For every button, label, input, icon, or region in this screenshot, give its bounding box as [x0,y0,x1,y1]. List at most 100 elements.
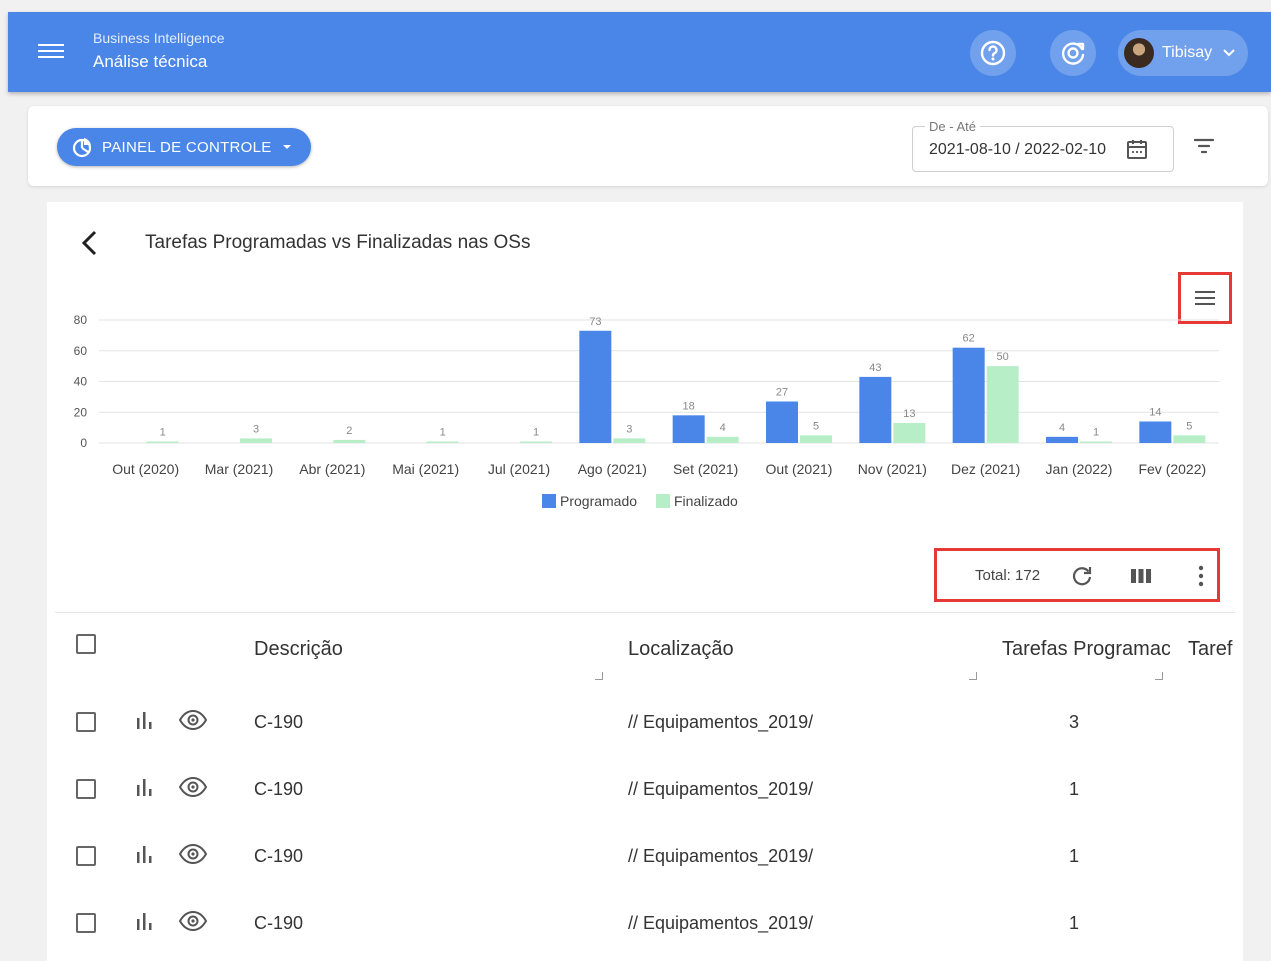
data-label: 5 [1186,420,1192,432]
cell-programadas: 1 [1069,913,1080,933]
bar-chart-icon[interactable] [135,911,155,931]
column-resize-handle[interactable] [1155,672,1163,680]
date-range-field[interactable]: De - Até 2021-08-10 / 2022-02-10 [912,119,1174,172]
x-tick-label: Jul (2021) [488,461,550,477]
bar-finalizado [333,439,366,443]
bar-finalizado [520,441,552,443]
x-tick-label: Dez (2021) [951,461,1020,477]
data-label: 3 [253,423,259,435]
y-tick-label: 80 [74,313,88,327]
bar-chart: 0 20 40 60 80 Out (2020) 1 Mar (2021) 3 Abr (2021… [74,313,1219,509]
calendar-icon[interactable] [1125,137,1149,161]
data-label: 1 [440,426,446,438]
data-label: 14 [1149,406,1161,418]
app-name: Business Intelligence [93,30,225,46]
y-tick-label: 40 [74,375,88,389]
bar-programado [1139,421,1172,443]
row-checkbox[interactable] [76,913,96,933]
eye-icon[interactable] [178,776,208,798]
sync-button[interactable] [1050,30,1096,76]
bar-finalizado [613,438,646,443]
dashboard-dropdown-button[interactable]: PAINEL DE CONTROLE [57,128,311,166]
data-label: 50 [997,351,1009,363]
bar-chart-icon[interactable] [135,777,155,797]
bar-finalizado [986,366,1019,443]
column-header-tarefas-finalizadas[interactable]: Taref [1188,638,1240,661]
refresh-icon [1072,567,1092,586]
bar-programado [859,376,892,443]
filter-icon[interactable] [1190,132,1218,160]
data-label: 13 [903,408,915,420]
legend-label: Finalizado [674,493,738,509]
eye-icon[interactable] [178,910,208,932]
user-menu[interactable]: Tibisay [1118,30,1248,76]
data-label: 2 [346,425,352,437]
columns-icon [1131,569,1151,583]
user-name: Tibisay [1162,44,1213,61]
bar-chart-icon[interactable] [135,710,155,730]
bar-chart-icon[interactable] [135,844,155,864]
cell-programadas: 3 [1069,712,1080,732]
row-checkbox[interactable] [76,846,96,866]
menu-icon[interactable] [38,40,64,64]
chart-title: Tarefas Programadas vs Finalizadas nas O… [145,232,531,253]
columns-button[interactable] [1128,563,1154,589]
more-options-button[interactable] [1188,563,1214,589]
y-tick-label: 0 [80,436,87,450]
cell-programadas: 1 [1069,779,1080,799]
bar-finalizado [146,441,179,443]
data-label: 4 [1059,422,1065,434]
refresh-target-icon [1061,42,1085,65]
eye-icon[interactable] [178,843,208,865]
select-all-checkbox[interactable] [76,634,96,654]
help-icon [980,40,1006,66]
data-label: 27 [776,386,788,398]
cell-localizacao: // Equipamentos_2019/ [628,712,814,732]
divider [55,612,1235,613]
column-resize-handle[interactable] [595,672,603,680]
cell-localizacao: // Equipamentos_2019/ [628,846,814,866]
data-label: 1 [160,426,166,438]
chart-table-card: Tarefas Programadas vs Finalizadas nas O… [47,202,1243,961]
data-label: 1 [533,426,539,438]
x-tick-label: Ago (2021) [578,461,647,477]
x-tick-label: Set (2021) [673,461,738,477]
bar-finalizado [426,441,459,443]
avatar [1124,38,1154,68]
help-button[interactable] [970,30,1016,76]
date-range-value: 2021-08-10 / 2022-02-10 [929,141,1107,158]
row-checkbox[interactable] [76,712,96,732]
eye-icon[interactable] [178,709,208,731]
x-tick-label: Jan (2022) [1046,461,1113,477]
row-checkbox[interactable] [76,779,96,799]
cell-localizacao: // Equipamentos_2019/ [628,913,814,933]
bar-finalizado [893,423,926,443]
bar-programado [1046,436,1078,443]
x-tick-label: Mar (2021) [205,461,273,477]
bar-finalizado [1080,441,1112,443]
cell-programadas: 1 [1069,846,1080,866]
x-tick-label: Abr (2021) [299,461,365,477]
back-icon[interactable] [79,230,101,256]
cell-descricao: C-190 [254,779,304,799]
page-title: Análise técnica [93,52,208,71]
total-count: Total: 172 [975,567,1041,584]
legend-swatch [656,494,670,508]
column-header-tarefas-programadas[interactable]: Tarefas Programac [1002,638,1170,661]
refresh-button[interactable] [1069,563,1095,589]
dashboard-icon [72,138,92,158]
cell-descricao: C-190 [254,712,304,732]
x-tick-label: Fev (2022) [1138,461,1206,477]
column-resize-handle[interactable] [969,672,977,680]
table-toolbar: Total: 172 [934,548,1220,602]
data-label: 43 [869,362,881,374]
date-range-label: De - Até [925,119,980,134]
bar-finalizado [240,438,272,443]
x-tick-label: Out (2020) [112,461,179,477]
chevron-down-icon [1223,49,1235,57]
column-header-descricao[interactable]: Descrição [254,638,343,661]
column-header-localizacao[interactable]: Localização [628,638,734,661]
data-label: 18 [683,400,695,412]
app-bar: Business Intelligence Análise técnica Ti… [8,12,1271,92]
y-tick-label: 60 [74,344,88,358]
